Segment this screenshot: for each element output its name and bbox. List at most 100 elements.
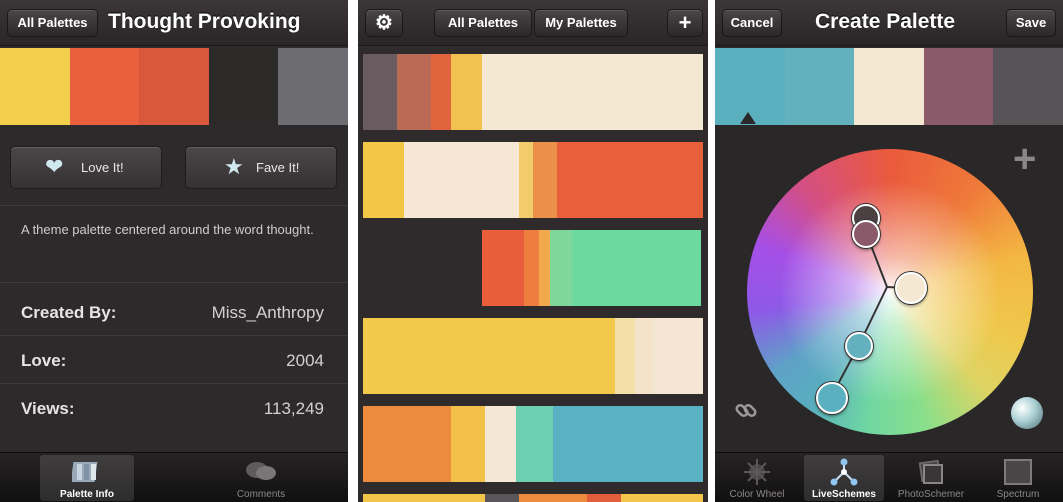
navigation-bar: ⚙ All Palettes My Palettes + — [358, 0, 708, 46]
settings-button[interactable]: ⚙ — [365, 9, 403, 37]
palette-swatch — [549, 230, 572, 306]
plus-icon: + — [678, 10, 692, 35]
add-palette-button[interactable]: + — [667, 9, 703, 37]
tab-comments[interactable]: Comments — [214, 455, 308, 501]
color-wheel-icon — [744, 459, 770, 485]
gear-icon: ⚙ — [375, 12, 393, 34]
palette-list-item[interactable] — [482, 230, 701, 306]
palette-swatch — [532, 142, 557, 218]
tab-palette-info-label: Palette Info — [60, 489, 114, 500]
palette-swatch — [553, 406, 703, 482]
palette-swatch — [208, 48, 279, 125]
tab-palette-info[interactable]: Palette Info — [40, 455, 134, 501]
tab-live-schemes[interactable]: LiveSchemes — [804, 455, 884, 501]
palette-swatch — [634, 318, 652, 394]
divider — [0, 383, 348, 384]
all-palettes-back-button[interactable]: All Palettes — [7, 9, 98, 37]
palette-swatch — [523, 230, 539, 306]
spectrum-icon — [1004, 459, 1032, 485]
color-knob[interactable] — [845, 332, 873, 360]
palette-swatch — [363, 406, 452, 482]
tab-photo-schemer[interactable]: PhotoSchemer — [891, 455, 971, 501]
tab-all-palettes[interactable]: All Palettes — [434, 9, 532, 37]
palettes-list-screen: ⚙ All Palettes My Palettes + — [358, 0, 708, 502]
tab-spectrum[interactable]: Spectrum — [978, 455, 1058, 501]
created-by-value[interactable]: Miss_Anthropy — [212, 303, 324, 323]
live-schemes-icon — [830, 458, 858, 486]
palette-swatch — [538, 230, 550, 306]
palette-swatch — [485, 494, 520, 502]
tab-comments-label: Comments — [236, 489, 286, 500]
color-knob[interactable] — [895, 272, 927, 304]
love-count-value: 2004 — [286, 351, 324, 370]
palette-list-item[interactable] — [363, 142, 703, 218]
heart-icon: ❤ — [45, 154, 64, 179]
link-icon[interactable] — [733, 398, 759, 424]
palette-swatch — [587, 494, 622, 502]
tab-color-wheel-label: Color Wheel — [729, 489, 785, 500]
page-title: Thought Provoking — [108, 10, 301, 33]
palette-swatch — [403, 142, 520, 218]
palette-swatch — [571, 230, 701, 306]
screen-divider — [708, 0, 715, 502]
palette-swatch — [363, 494, 486, 502]
comments-icon — [246, 462, 276, 480]
palette-swatch — [614, 318, 635, 394]
star-icon: ★ — [224, 154, 244, 179]
palette-swatch — [363, 54, 397, 130]
divider — [0, 205, 348, 206]
palette-list-item[interactable] — [363, 318, 703, 394]
palette-list-item[interactable] — [363, 406, 703, 482]
palette-swatch — [515, 406, 554, 482]
palette-swatch — [363, 318, 564, 394]
brightness-orb[interactable] — [1011, 397, 1043, 429]
navigation-bar: All Palettes Thought Provoking — [0, 0, 348, 46]
tab-spectrum-label: Spectrum — [996, 489, 1040, 500]
palette-swatch — [451, 406, 486, 482]
fave-it-button[interactable]: ★ Fave It! — [185, 146, 337, 189]
palette-description: A theme palette centered around the word… — [21, 222, 314, 237]
palette-swatch — [363, 142, 404, 218]
tab-photo-schemer-label: PhotoSchemer — [897, 489, 965, 500]
love-it-button[interactable]: ❤ Love It! — [10, 146, 162, 189]
screen-divider — [348, 0, 358, 502]
palette-swatch — [519, 494, 588, 502]
palette-list-item[interactable] — [363, 54, 703, 130]
tab-bar: Palette Info Comments — [0, 452, 348, 502]
palette-swatch — [563, 318, 615, 394]
color-knob[interactable] — [852, 220, 880, 248]
create-palette-screen: Cancel Create Palette Save + Color Wheel — [715, 0, 1063, 502]
palette-list-item[interactable] — [363, 494, 703, 502]
palette-swatch — [481, 54, 703, 130]
tab-live-schemes-label: LiveSchemes — [812, 489, 876, 500]
palette-info-screen: All Palettes Thought Provoking ❤ Love It… — [0, 0, 348, 502]
love-count-label: Love: — [21, 351, 67, 370]
color-knob[interactable] — [816, 382, 848, 414]
views-label: Views: — [21, 399, 75, 418]
palette-swatch — [69, 48, 140, 125]
tab-color-wheel[interactable]: Color Wheel — [717, 455, 797, 501]
divider — [0, 335, 348, 336]
palette-swatch — [397, 54, 431, 130]
palette-swatch — [0, 48, 70, 125]
palette-swatch — [451, 54, 482, 130]
created-by-label: Created By: — [21, 303, 117, 322]
palette-swatch — [139, 48, 209, 125]
love-it-label: Love It! — [81, 160, 124, 175]
palette-swatch-strip — [0, 48, 348, 125]
palette-swatch — [278, 48, 348, 125]
palette-swatch — [621, 494, 703, 502]
scheme-connector-lines — [830, 216, 910, 398]
palette-swatch — [482, 230, 524, 306]
palette-info-icon — [72, 462, 98, 482]
tab-my-palettes[interactable]: My Palettes — [534, 9, 628, 37]
tab-bar: Color Wheel LiveSchemes PhotoSchemer Spe… — [715, 452, 1063, 502]
divider — [0, 282, 348, 283]
palette-swatch — [431, 54, 452, 130]
palette-swatch — [556, 142, 703, 218]
palette-swatch — [651, 318, 703, 394]
palette-swatch — [485, 406, 516, 482]
palette-swatch — [519, 142, 533, 218]
photo-schemer-icon — [918, 459, 943, 484]
views-value: 113,249 — [263, 399, 324, 418]
